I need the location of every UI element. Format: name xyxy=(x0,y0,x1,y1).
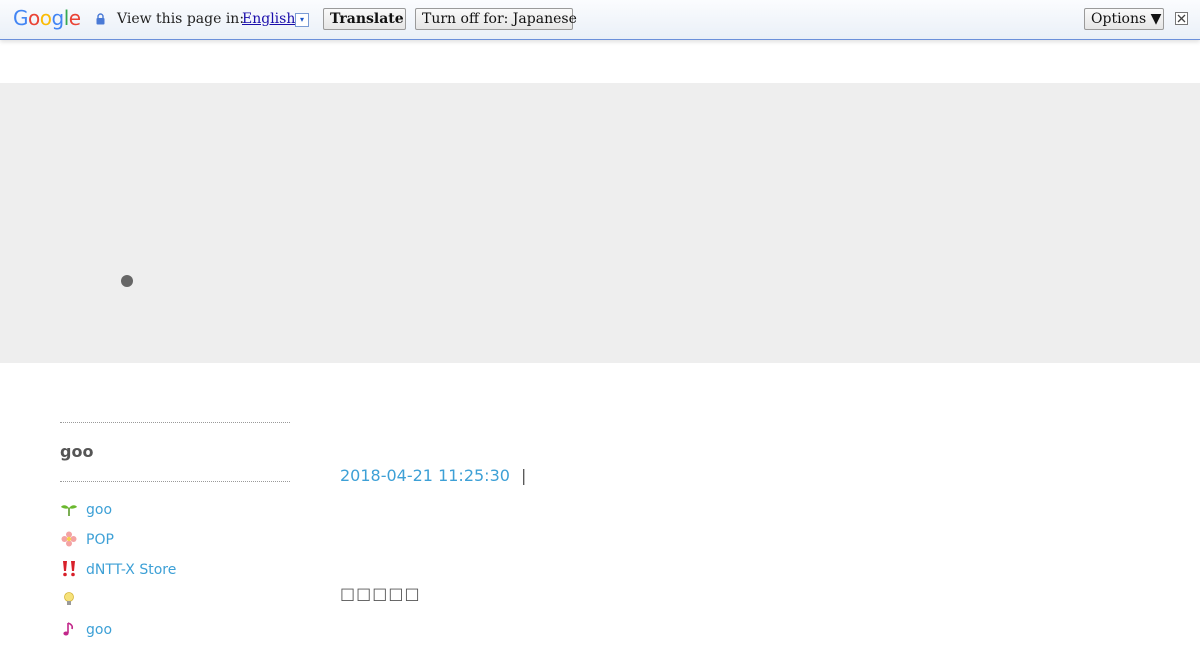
sidebar-item[interactable] xyxy=(60,590,290,620)
translate-button[interactable]: Translate xyxy=(323,8,406,30)
sidebar-links: goo POP dNTT-X Store goo xyxy=(60,500,290,650)
turn-off-button[interactable]: Turn off for: Japanese xyxy=(415,8,577,30)
banner-dot xyxy=(121,275,133,287)
flower-icon xyxy=(60,530,78,548)
google-logo: Google xyxy=(13,7,81,29)
entry-meta: 2018-04-21 11:25:30 | xyxy=(340,466,526,486)
sidebar-title: goo xyxy=(60,442,94,461)
close-icon[interactable] xyxy=(1175,12,1188,25)
logo-letter: o xyxy=(39,6,52,30)
sprout-icon xyxy=(60,500,78,518)
view-page-label: View this page in: xyxy=(117,11,245,27)
sidebar-item[interactable]: dNTT-X Store xyxy=(60,560,290,590)
sidebar: goo goo POP dNTT-X Store goo xyxy=(60,422,290,650)
lightbulb-icon xyxy=(60,590,78,608)
sidebar-item[interactable]: goo xyxy=(60,620,290,650)
sidebar-link[interactable]: goo xyxy=(86,620,112,640)
entry-body-text: □□□□□ xyxy=(340,584,421,603)
header-banner xyxy=(0,83,1200,363)
entry-separator: | xyxy=(521,466,527,485)
music-note-icon xyxy=(60,620,78,638)
logo-letter: g xyxy=(51,6,65,30)
options-button[interactable]: Options ▼ xyxy=(1084,8,1164,30)
sidebar-item[interactable]: POP xyxy=(60,530,290,560)
logo-letter: o xyxy=(28,6,40,30)
sidebar-link[interactable]: goo xyxy=(86,500,112,520)
translate-bar: Google View this page in: English ▾ Tran… xyxy=(0,0,1200,40)
logo-letter: G xyxy=(13,6,29,30)
entry-date-link[interactable]: 2018-04-21 11:25:30 xyxy=(340,466,510,485)
divider xyxy=(60,481,290,482)
double-exclamation-icon xyxy=(60,560,78,578)
sidebar-link[interactable]: dNTT-X Store xyxy=(86,560,176,580)
lock-icon xyxy=(96,13,105,25)
logo-letter: e xyxy=(68,6,81,30)
sidebar-link[interactable]: POP xyxy=(86,530,114,550)
language-dropdown-icon[interactable]: ▾ xyxy=(295,13,309,27)
sidebar-item[interactable]: goo xyxy=(60,500,290,530)
language-select[interactable]: English xyxy=(242,10,295,28)
